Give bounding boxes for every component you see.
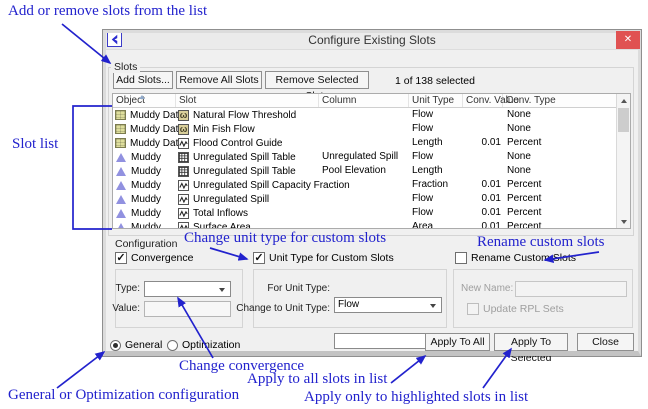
table-row[interactable]: Muddy Total Inflows Flow 0.01 Percent bbox=[113, 206, 616, 220]
table-slot-icon bbox=[178, 152, 189, 163]
reservoir-object-icon bbox=[116, 195, 126, 204]
annotation-slot-list: Slot list bbox=[12, 136, 58, 153]
convergence-type-select[interactable] bbox=[144, 281, 231, 297]
reservoir-object-icon bbox=[116, 153, 126, 162]
table-row[interactable]: Muddy Unregulated Spill Flow 0.01 Percen… bbox=[113, 192, 616, 206]
convergence-panel bbox=[115, 269, 243, 328]
column-header-unit-type[interactable]: Unit Type bbox=[409, 94, 463, 107]
type-label: Type: bbox=[107, 281, 140, 297]
slots-group-label: Slots bbox=[111, 61, 140, 73]
scroll-up-icon[interactable] bbox=[617, 94, 630, 107]
chevron-down-icon bbox=[430, 304, 436, 308]
column-header-slot[interactable]: Slot bbox=[176, 94, 319, 107]
series-slot-icon bbox=[178, 194, 189, 205]
general-radio[interactable]: General bbox=[110, 338, 162, 352]
checkbox-unchecked-icon bbox=[455, 252, 467, 264]
data-object-icon bbox=[115, 110, 126, 120]
window-title: Configure Existing Slots bbox=[103, 30, 641, 50]
remove-selected-slots-button[interactable]: Remove Selected Slots bbox=[265, 71, 369, 89]
reservoir-object-icon bbox=[116, 181, 126, 190]
column-header-column[interactable]: Column bbox=[319, 94, 409, 107]
scalar-slot-icon: ω bbox=[178, 110, 189, 121]
apply-to-all-button[interactable]: Apply To All bbox=[425, 333, 490, 351]
chevron-down-icon bbox=[219, 288, 225, 292]
data-object-icon bbox=[115, 124, 126, 134]
reservoir-object-icon bbox=[116, 223, 126, 229]
close-button[interactable]: Close bbox=[577, 333, 634, 351]
series-slot-icon bbox=[178, 138, 189, 149]
unit-type-for-custom-slots-checkbox[interactable]: ✓ Unit Type for Custom Slots bbox=[253, 251, 394, 265]
series-slot-icon bbox=[178, 208, 189, 219]
series-slot-icon bbox=[178, 222, 189, 229]
data-object-icon bbox=[115, 138, 126, 148]
table-row[interactable]: Muddy Unregulated Spill Table Pool Eleva… bbox=[113, 164, 616, 178]
scalar-slot-icon: ω bbox=[178, 124, 189, 135]
annotation-rename-custom: Rename custom slots bbox=[477, 234, 605, 251]
column-header-conv-type[interactable]: Conv. Type bbox=[503, 94, 616, 107]
close-icon[interactable]: ✕ bbox=[616, 31, 640, 49]
annotation-apply-all: Apply to all slots in list bbox=[247, 371, 387, 388]
new-name-input[interactable] bbox=[515, 281, 627, 297]
scroll-down-icon[interactable] bbox=[617, 215, 630, 228]
slot-table: Object Slot Column Unit Type Conv. Value… bbox=[112, 93, 631, 229]
radio-selected-icon bbox=[110, 340, 121, 351]
table-row[interactable]: Muddy Data ωNatural Flow Threshold Flow … bbox=[113, 108, 616, 122]
add-slots-button[interactable]: Add Slots... bbox=[113, 71, 173, 89]
optimization-radio[interactable]: Optimization bbox=[167, 338, 240, 352]
convergence-checkbox[interactable]: ✓ Convergence bbox=[115, 251, 193, 265]
table-row[interactable]: Muddy Unregulated Spill Capacity Fractio… bbox=[113, 178, 616, 192]
riverware-logo-icon bbox=[107, 32, 122, 47]
change-to-unit-type-label: Change to Unit Type: bbox=[236, 301, 330, 317]
rename-custom-slots-checkbox[interactable]: Rename Custom Slots bbox=[455, 251, 576, 265]
annotation-general-opt: General or Optimization configuration bbox=[8, 387, 239, 404]
annotation-add-remove: Add or remove slots from the list bbox=[8, 3, 207, 20]
configure-existing-slots-dialog: Configure Existing Slots ✕ Slots Add Slo… bbox=[103, 30, 641, 356]
update-rpl-sets-checkbox[interactable]: Update RPL Sets bbox=[467, 302, 564, 316]
series-slot-icon bbox=[178, 180, 189, 191]
radio-unselected-icon bbox=[167, 340, 178, 351]
annotation-apply-selected: Apply only to highlighted slots in list bbox=[304, 389, 528, 406]
for-unit-type-select[interactable]: Flow bbox=[334, 297, 442, 313]
table-header-row: Object Slot Column Unit Type Conv. Value… bbox=[113, 94, 616, 108]
convergence-value-input[interactable] bbox=[144, 301, 231, 317]
rename-panel bbox=[453, 269, 633, 328]
table-row[interactable]: Muddy Data Flood Control Guide Length 0.… bbox=[113, 136, 616, 150]
vertical-scrollbar[interactable] bbox=[616, 94, 630, 228]
selection-status: 1 of 138 selected bbox=[395, 75, 475, 87]
slot-table-body: Object Slot Column Unit Type Conv. Value… bbox=[113, 94, 616, 228]
column-header-conv-value[interactable]: Conv. Value bbox=[463, 94, 503, 107]
checkbox-unchecked-icon bbox=[467, 303, 479, 315]
for-unit-type-label: For Unit Type: bbox=[255, 281, 330, 297]
sort-indicator-icon bbox=[139, 95, 145, 99]
table-row[interactable]: Muddy Surface Area Area 0.01 Percent bbox=[113, 220, 616, 228]
annotation-change-unit: Change unit type for custom slots bbox=[184, 230, 386, 247]
scrollbar-thumb[interactable] bbox=[618, 108, 629, 132]
remove-all-slots-button[interactable]: Remove All Slots bbox=[176, 71, 262, 89]
table-row[interactable]: Muddy Data ωMin Fish Flow Flow None bbox=[113, 122, 616, 136]
configuration-label: Configuration bbox=[112, 238, 180, 250]
apply-to-selected-button[interactable]: Apply To Selected bbox=[494, 333, 568, 351]
new-name-label: New Name: bbox=[461, 281, 511, 297]
reservoir-object-icon bbox=[116, 167, 126, 176]
checkbox-checked-icon: ✓ bbox=[253, 252, 265, 264]
title-bar[interactable]: Configure Existing Slots bbox=[103, 30, 641, 50]
checkbox-checked-icon: ✓ bbox=[115, 252, 127, 264]
table-slot-icon bbox=[178, 166, 189, 177]
table-row[interactable]: Muddy Unregulated Spill Table Unregulate… bbox=[113, 150, 616, 164]
reservoir-object-icon bbox=[116, 209, 126, 218]
value-label: Value: bbox=[107, 301, 140, 317]
